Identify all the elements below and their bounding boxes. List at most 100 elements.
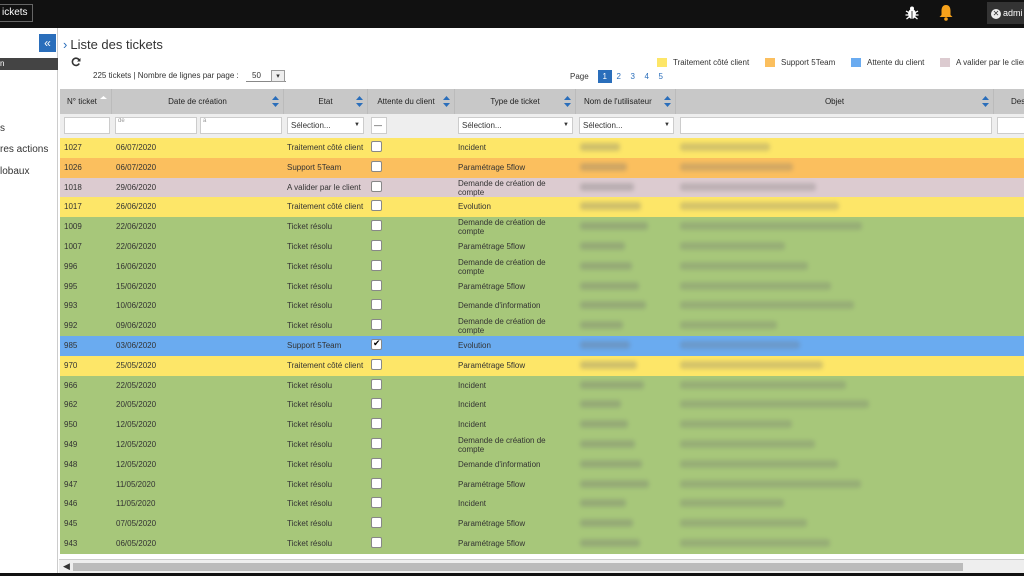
bell-icon[interactable] <box>938 4 954 21</box>
attente-checkbox[interactable] <box>371 220 382 232</box>
attente-checkbox[interactable] <box>371 537 382 548</box>
sort-icon[interactable] <box>100 96 107 107</box>
attente-filter-select[interactable]: — <box>371 117 387 134</box>
collapse-sidebar-button[interactable]: « <box>39 34 56 52</box>
table-row[interactable]: 962 20/05/2020 Ticket résolu Incident <box>60 395 1024 416</box>
page-5[interactable]: 5 <box>654 70 668 83</box>
refresh-icon[interactable] <box>71 57 81 67</box>
table-row[interactable]: 993 10/06/2020 Ticket résolu Demande d'info… <box>60 296 1024 317</box>
table-row[interactable]: 995 15/06/2020 Ticket résolu Paramétrage 5f… <box>60 276 1024 297</box>
creation-date: 22/06/2020 <box>116 242 157 251</box>
scroll-left-icon[interactable]: ◀ <box>63 560 70 573</box>
chevron-right-icon: › <box>63 37 68 52</box>
sort-icon[interactable] <box>443 96 450 107</box>
redacted-objet <box>680 479 861 488</box>
attente-checkbox[interactable] <box>371 398 382 410</box>
page-4[interactable]: 4 <box>640 70 654 83</box>
attente-checkbox[interactable] <box>371 279 382 291</box>
sort-icon[interactable] <box>564 96 571 107</box>
date-to-input[interactable]: à <box>200 117 282 134</box>
tickets-tab[interactable]: ickets <box>0 4 33 22</box>
table-row[interactable]: 970 25/05/2020 Traitement côté client Param… <box>60 355 1024 376</box>
chevron-down-icon[interactable]: ▾ <box>271 70 285 82</box>
sidebar-item-selected[interactable]: n <box>0 58 58 70</box>
bug-icon[interactable] <box>904 5 920 21</box>
table-row[interactable]: 1009 22/06/2020 Ticket résolu Demande de cr… <box>60 217 1024 237</box>
creation-date: 06/07/2020 <box>116 143 157 152</box>
page-2[interactable]: 2 <box>612 70 626 83</box>
table-row[interactable]: 966 22/05/2020 Ticket résolu Incident <box>60 375 1024 396</box>
column-header-date[interactable]: Date de création <box>112 89 284 114</box>
attente-checkbox[interactable] <box>371 200 382 212</box>
attente-checkbox[interactable] <box>371 240 382 251</box>
attente-checkbox[interactable] <box>371 418 382 430</box>
objet-filter-input[interactable] <box>680 117 992 134</box>
attente-checkbox[interactable] <box>371 259 382 271</box>
user-menu[interactable]: ✕ admi <box>987 2 1024 24</box>
redacted-objet <box>680 341 800 349</box>
table-row[interactable]: 947 11/05/2020 Ticket résolu Paramétrage 5f… <box>60 474 1024 495</box>
ticket-type: Demande d'information <box>458 459 541 469</box>
column-header-description[interactable]: Des <box>994 89 1024 114</box>
table-row[interactable]: 1027 06/07/2020 Traitement côté client Inci… <box>60 138 1024 158</box>
attente-checkbox[interactable] <box>371 141 382 152</box>
ticket-type: Incident <box>458 143 487 152</box>
table-row[interactable]: 1026 06/07/2020 Support 5Team Paramétrage 5… <box>60 157 1024 178</box>
description-filter-input[interactable] <box>997 117 1024 134</box>
table-row[interactable]: 1017 26/06/2020 Traitement côté client Evol… <box>60 197 1024 218</box>
sort-icon[interactable] <box>272 96 279 107</box>
page-1[interactable]: 1 <box>597 70 612 83</box>
scrollbar-thumb[interactable] <box>73 563 963 571</box>
attente-checkbox[interactable] <box>371 319 382 331</box>
creation-date: 16/06/2020 <box>116 261 157 271</box>
column-header-objet[interactable]: Objet <box>676 89 994 114</box>
sort-icon[interactable] <box>356 96 363 107</box>
sidebar-item-1[interactable]: s <box>0 123 5 134</box>
attente-checkbox[interactable] <box>371 438 382 449</box>
table-row[interactable]: 996 16/06/2020 Ticket résolu Demande de cré… <box>60 256 1024 277</box>
ticket-type: Paramétrage 5flow <box>458 281 526 291</box>
attente-checkbox[interactable] <box>371 378 382 390</box>
sort-icon[interactable] <box>982 96 989 107</box>
table-row[interactable]: 943 06/05/2020 Ticket résolu Paramétrage 5f… <box>60 534 1024 554</box>
type-filter-select[interactable]: Sélection... ▼ <box>458 117 573 134</box>
table-row[interactable]: 1007 22/06/2020 Ticket résolu Paramétrage 5… <box>60 237 1024 257</box>
attente-checkbox[interactable] <box>371 180 382 192</box>
table-row[interactable]: 950 12/05/2020 Ticket résolu Incident <box>60 415 1024 435</box>
ticket-type: Paramétrage 5flow <box>458 539 526 548</box>
table-row[interactable]: 985 03/06/2020 Support 5Team Evolution <box>60 336 1024 356</box>
sidebar-item-3[interactable]: lobaux <box>0 166 29 177</box>
column-header-user[interactable]: Nom de l'utilisateur <box>576 89 676 114</box>
column-header-id[interactable]: N° ticket <box>60 89 112 114</box>
column-header-etat[interactable]: Etat <box>284 89 368 114</box>
table-row[interactable]: 992 09/06/2020 Ticket résolu Demande de cré… <box>60 316 1024 336</box>
redacted-objet <box>680 261 808 270</box>
date-from-input[interactable]: de <box>115 117 197 134</box>
user-filter-select[interactable]: Sélection... ▼ <box>579 117 674 134</box>
attente-checkbox[interactable] <box>371 160 382 172</box>
redacted-user-name <box>580 261 632 270</box>
table-row[interactable]: 948 12/05/2020 Ticket résolu Demande d'info… <box>60 454 1024 475</box>
ticket-type: Paramétrage 5flow <box>458 519 526 529</box>
column-header-type[interactable]: Type de ticket <box>455 89 576 114</box>
attente-checkbox[interactable] <box>371 477 382 489</box>
table-row[interactable]: 1018 29/06/2020 A valider par le client Dem… <box>60 177 1024 198</box>
creation-date: 11/05/2020 <box>116 479 156 489</box>
attente-checkbox[interactable] <box>371 517 382 529</box>
table-row[interactable]: 946 11/05/2020 Ticket résolu Incident <box>60 494 1024 515</box>
attente-checkbox[interactable] <box>371 358 382 370</box>
close-icon[interactable]: ✕ <box>991 8 1001 19</box>
etat-filter-select[interactable]: Sélection... ▼ <box>287 117 364 134</box>
attente-checkbox[interactable] <box>371 299 382 311</box>
sidebar-item-2[interactable]: res actions <box>0 144 48 155</box>
sort-icon[interactable] <box>664 96 671 107</box>
page-3[interactable]: 3 <box>626 70 640 83</box>
attente-checkbox[interactable] <box>371 338 382 350</box>
table-row[interactable]: 949 12/05/2020 Ticket résolu Demande de cré… <box>60 435 1024 455</box>
attente-checkbox[interactable] <box>371 497 382 509</box>
id-filter-input[interactable] <box>64 117 110 134</box>
column-header-attente[interactable]: Attente du client <box>368 89 455 114</box>
attente-checkbox[interactable] <box>371 457 382 469</box>
horizontal-scrollbar[interactable]: ◀ <box>59 559 1024 573</box>
table-row[interactable]: 945 07/05/2020 Ticket résolu Paramétrage 5f… <box>60 514 1024 534</box>
